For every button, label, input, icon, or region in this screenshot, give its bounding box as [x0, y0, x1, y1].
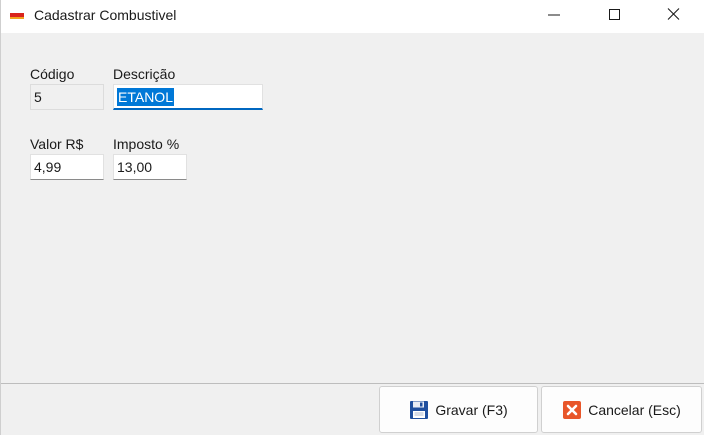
save-button[interactable]: Gravar (F3)	[379, 386, 538, 433]
cancel-x-icon	[563, 400, 582, 419]
minimize-button[interactable]	[532, 0, 578, 30]
minimize-icon	[548, 14, 560, 16]
save-button-label: Gravar (F3)	[435, 401, 508, 418]
descricao-value: ETANOL	[117, 88, 174, 106]
close-button[interactable]	[651, 0, 697, 30]
window-title: Cadastrar Combustivel	[34, 7, 177, 23]
title-bar: Cadastrar Combustivel	[1, 0, 705, 33]
cancel-button-label: Cancelar (Esc)	[588, 401, 681, 418]
imposto-field[interactable]: 13,00	[113, 154, 187, 180]
imposto-label: Imposto %	[113, 136, 180, 152]
descricao-field[interactable]: ETANOL	[113, 84, 263, 110]
dialog-window: Cadastrar Combustivel Código 5 Descrição…	[0, 0, 705, 435]
valor-label: Valor R$	[30, 136, 84, 152]
maximize-icon	[609, 9, 620, 20]
codigo-label: Código	[30, 66, 75, 82]
close-icon	[667, 8, 680, 20]
imposto-value: 13,00	[117, 159, 153, 175]
button-bar: Gravar (F3) Cancelar (Esc)	[1, 384, 704, 435]
maximize-button[interactable]	[592, 0, 638, 30]
descricao-label: Descrição	[113, 66, 176, 82]
valor-field[interactable]: 4,99	[30, 154, 104, 180]
form-area: Código 5 Descrição ETANOL Valor R$ 4,99 …	[1, 33, 704, 383]
app-logo-icon	[10, 11, 24, 20]
floppy-disk-icon	[410, 400, 429, 419]
cancel-button[interactable]: Cancelar (Esc)	[541, 386, 702, 433]
codigo-value: 5	[34, 89, 42, 105]
valor-value: 4,99	[34, 159, 62, 175]
codigo-field: 5	[30, 84, 104, 110]
